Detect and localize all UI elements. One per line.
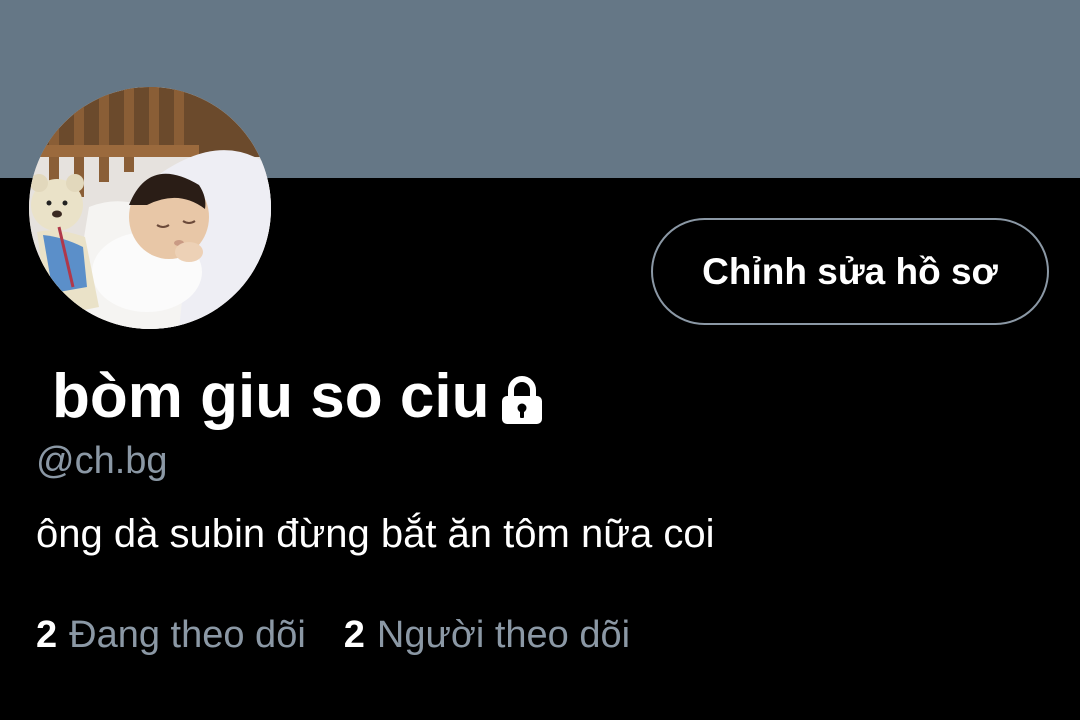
display-name: bòm giu so ciu <box>52 361 490 431</box>
lock-icon <box>499 375 545 425</box>
avatar-photo <box>29 87 271 329</box>
display-name-row: bòm giu so ciu <box>52 360 545 432</box>
following-count: 2 <box>36 614 58 656</box>
profile-bio: ông dà subin đừng bắt ăn tôm nữa coi <box>36 512 715 556</box>
following-stat[interactable]: 2 Đang theo dõi <box>36 614 306 657</box>
followers-stat[interactable]: 2 Người theo dõi <box>344 614 630 657</box>
following-label: Đang theo dõi <box>69 614 306 656</box>
profile-stats: 2 Đang theo dõi 2 Người theo dõi <box>36 614 630 657</box>
profile-avatar[interactable] <box>29 87 271 329</box>
followers-count: 2 <box>343 614 365 656</box>
profile-handle: @ch.bg <box>36 440 168 482</box>
edit-profile-button[interactable]: Chỉnh sửa hồ sơ <box>651 218 1049 325</box>
profile-page: Chỉnh sửa hồ sơ bòm giu so ciu @ch.bg ôn… <box>0 0 1080 720</box>
followers-label: Người theo dõi <box>376 614 631 656</box>
